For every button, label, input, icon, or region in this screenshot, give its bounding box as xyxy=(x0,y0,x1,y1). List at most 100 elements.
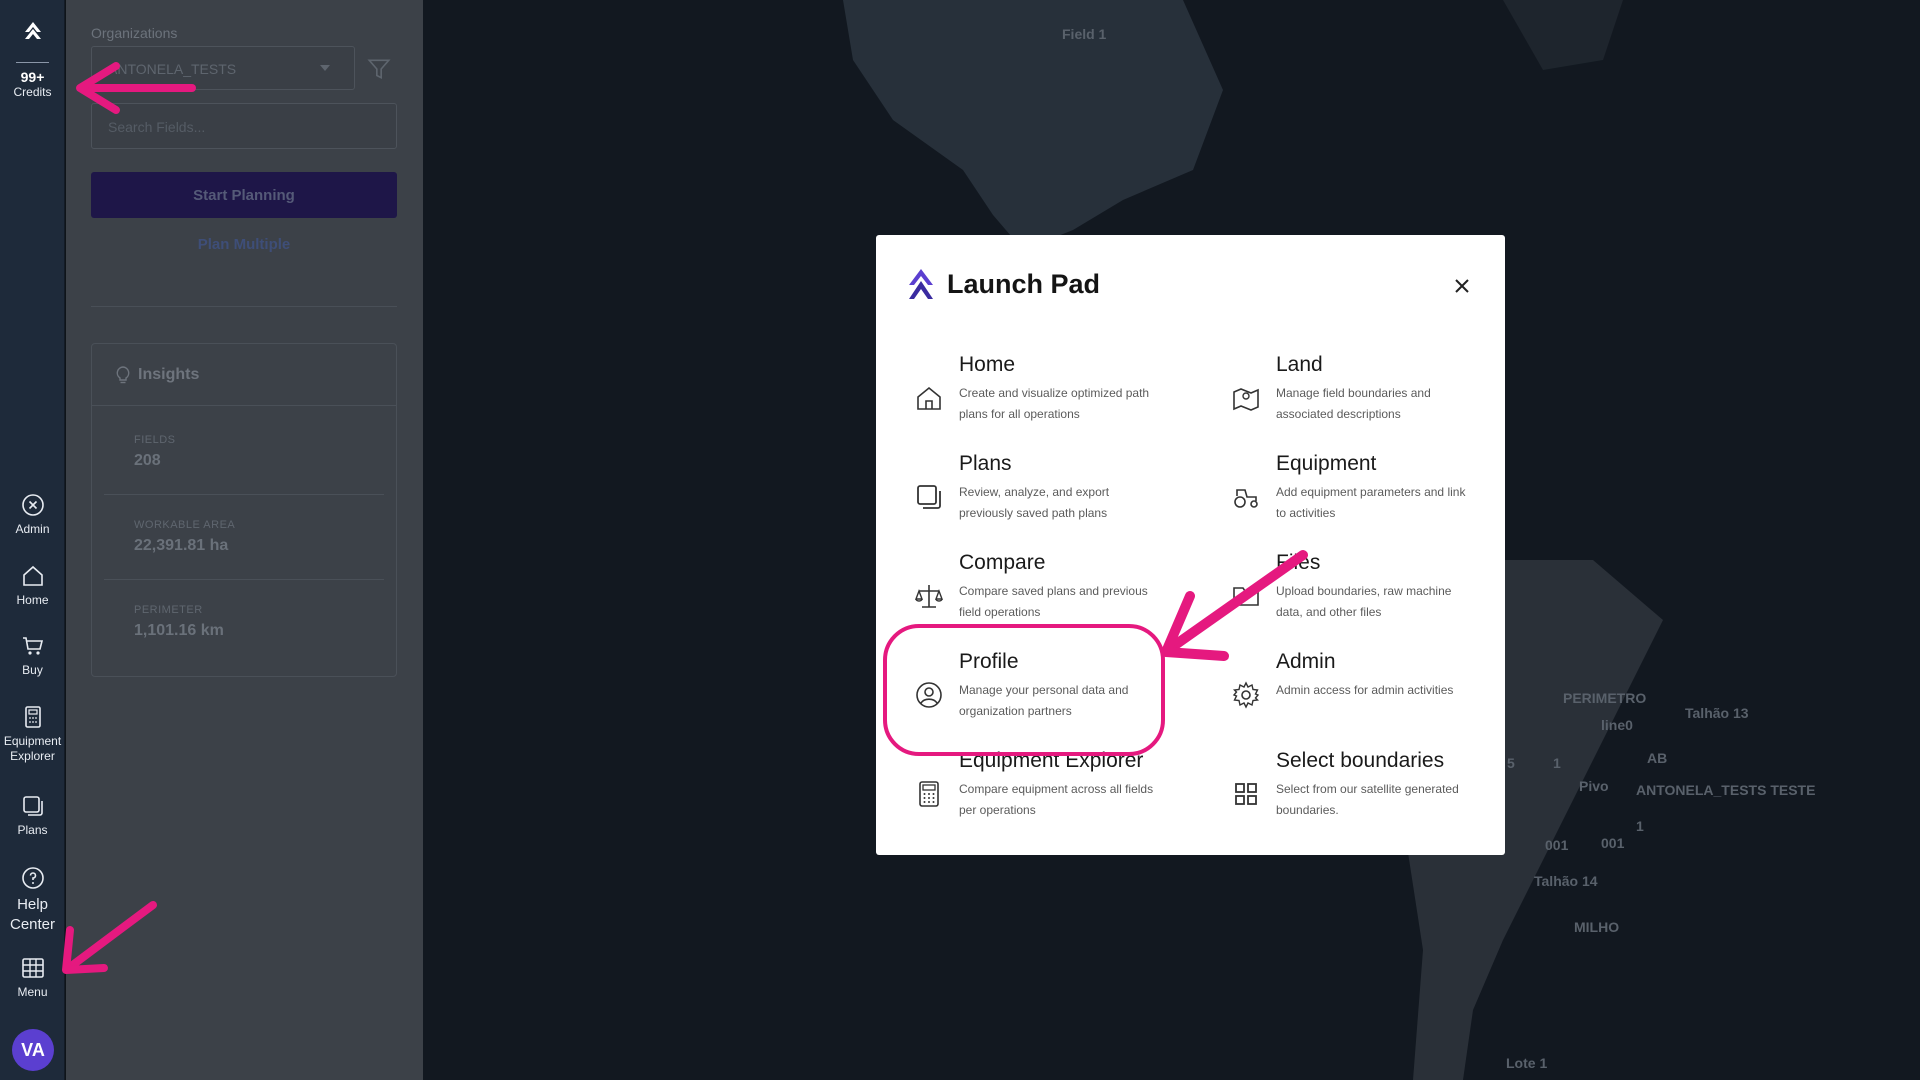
map-label: AB xyxy=(1647,750,1668,766)
map-label: Lote 1 xyxy=(1506,1055,1548,1071)
rail-item-help-center[interactable]: Help Center xyxy=(0,866,65,935)
launch-tile-land[interactable]: Land Manage field boundaries and associa… xyxy=(1193,353,1483,437)
rail-item-buy[interactable]: Buy xyxy=(0,634,65,678)
panel-divider xyxy=(91,306,397,307)
folder-icon xyxy=(1233,587,1259,606)
brand-logo xyxy=(906,267,936,306)
credits-label: Credits xyxy=(13,85,52,99)
stat-value: 208 xyxy=(134,452,161,469)
grid-icon xyxy=(1235,783,1257,805)
tractor-icon xyxy=(1234,489,1258,508)
scale-icon xyxy=(914,585,944,608)
logo-chevron-icon xyxy=(24,22,41,39)
rail-item-label: Admin xyxy=(15,522,50,536)
filter-icon xyxy=(367,59,391,79)
launch-tile-home[interactable]: Home Create and visualize optimized path… xyxy=(876,353,1166,437)
rail-item-admin[interactable]: Admin xyxy=(0,493,65,537)
rail-item-home[interactable]: Home xyxy=(0,564,65,608)
credits-button[interactable]: 99+ Credits xyxy=(0,70,65,100)
map-icon xyxy=(1233,388,1259,411)
org-label: Organizations xyxy=(91,25,178,41)
avatar[interactable]: VA xyxy=(12,1029,54,1071)
stat-label: FIELDS xyxy=(134,434,176,446)
map-label: 001 xyxy=(1545,837,1569,853)
modal-title: Launch Pad xyxy=(947,269,1101,299)
filter-button[interactable] xyxy=(366,56,392,82)
map-label: line0 xyxy=(1601,717,1633,733)
calculator-icon xyxy=(24,706,41,728)
stat-workable-area: WORKABLE AREA 22,391.81 ha xyxy=(134,519,374,555)
map-label: Talhão 14 xyxy=(1534,873,1598,889)
tile-description: Manage your personal data and organizati… xyxy=(959,683,1129,718)
rail-item-label: Home xyxy=(16,593,49,607)
credits-count: 99+ xyxy=(20,69,45,85)
insights-title: Insights xyxy=(138,365,200,383)
rail-item-plans[interactable]: Plans xyxy=(0,794,65,838)
home-icon xyxy=(22,565,43,586)
logo-chevron-icon xyxy=(909,269,933,299)
launch-tile-compare[interactable]: Compare Compare saved plans and previous… xyxy=(876,551,1166,635)
rail-item-label: Help Center xyxy=(9,896,56,933)
launch-tile-plans[interactable]: Plans Review, analyze, and export previo… xyxy=(876,452,1166,536)
rail-item-menu[interactable]: Menu xyxy=(0,956,65,1000)
map-label: ANTONELA_TESTS TESTE xyxy=(1636,782,1816,798)
map-label: MILHO xyxy=(1574,919,1620,935)
stat-label: PERIMETER xyxy=(134,604,203,616)
launch-tile-equipment[interactable]: Equipment Add equipment parameters and l… xyxy=(1193,452,1483,536)
tile-description: Admin access for admin activities xyxy=(1276,683,1454,697)
tile-description: Compare saved plans and previous field o… xyxy=(959,584,1148,619)
launch-tile-admin[interactable]: Admin Admin access for admin activities xyxy=(1193,650,1483,734)
rail-item-equipment-explorer[interactable]: Equipment Explorer xyxy=(0,705,65,764)
user-circle-icon xyxy=(916,682,942,708)
start-planning-button[interactable]: Start Planning xyxy=(91,172,397,218)
stat-fields: FIELDS 208 xyxy=(134,434,374,470)
launch-tile-equipment-explorer[interactable]: Equipment Explorer Compare equipment acr… xyxy=(876,749,1166,833)
plans-icon xyxy=(917,485,941,509)
stat-divider xyxy=(104,494,384,495)
cart-icon xyxy=(22,637,43,655)
map-label: 1 xyxy=(1636,818,1644,834)
stat-perimeter: PERIMETER 1,101.16 km xyxy=(134,604,374,640)
map-label: 1 xyxy=(1553,755,1561,771)
org-select[interactable]: ANTONELA_TESTS xyxy=(91,46,355,90)
tile-name: Land xyxy=(1276,353,1323,376)
calculator-icon xyxy=(919,781,939,807)
tile-name: Select boundaries xyxy=(1276,749,1445,772)
rail-item-label: Equipment Explorer xyxy=(3,734,62,763)
tile-name: Compare xyxy=(959,551,1046,574)
home-icon xyxy=(917,386,941,410)
search-input[interactable]: Search Fields... xyxy=(91,103,397,149)
rail-divider xyxy=(16,62,49,63)
plan-multiple-link[interactable]: Plan Multiple xyxy=(91,236,397,253)
rail-item-label: Plans xyxy=(17,823,48,837)
map-label: 001 xyxy=(1601,835,1625,851)
map-label: Pivo xyxy=(1579,778,1609,794)
launch-tile-select-boundaries[interactable]: Select boundaries Select from our satell… xyxy=(1193,749,1483,833)
tile-description: Review, analyze, and export previously s… xyxy=(959,485,1110,520)
lightbulb-icon xyxy=(116,365,130,383)
gear-icon xyxy=(1232,681,1260,709)
stat-value: 1,101.16 km xyxy=(134,622,224,639)
app-logo[interactable] xyxy=(0,12,65,52)
tile-name: Home xyxy=(959,353,1016,376)
tile-description: Create and visualize optimized path plan… xyxy=(959,386,1150,421)
tile-description: Add equipment parameters and link to act… xyxy=(1276,485,1466,520)
stat-divider xyxy=(104,579,384,580)
map-label: Talhão 13 xyxy=(1685,705,1749,721)
close-button[interactable] xyxy=(1451,275,1473,297)
tile-name: Equipment xyxy=(1276,452,1377,475)
help-icon xyxy=(21,867,44,889)
stat-label: WORKABLE AREA xyxy=(134,519,236,531)
tile-name: Admin xyxy=(1276,650,1336,673)
launch-pad-modal: Launch Pad Home Create and visualize opt… xyxy=(876,235,1505,855)
tile-name: Equipment Explorer xyxy=(959,749,1144,772)
map-label: 5 xyxy=(1507,755,1515,771)
launch-tile-files[interactable]: Files Upload boundaries, raw machine dat… xyxy=(1193,551,1483,635)
launch-tile-profile[interactable]: Profile Manage your personal data and or… xyxy=(876,650,1166,734)
tile-description: Compare equipment across all fields per … xyxy=(959,782,1154,817)
stat-value: 22,391.81 ha xyxy=(134,537,229,554)
left-rail: 99+ Credits Admin Home Buy Equipment Exp… xyxy=(0,0,65,1080)
tile-name: Files xyxy=(1276,551,1321,574)
rail-item-label: Menu xyxy=(17,985,48,999)
insights-card: Insights FIELDS 208 WORKABLE AREA 22,391… xyxy=(91,343,397,677)
